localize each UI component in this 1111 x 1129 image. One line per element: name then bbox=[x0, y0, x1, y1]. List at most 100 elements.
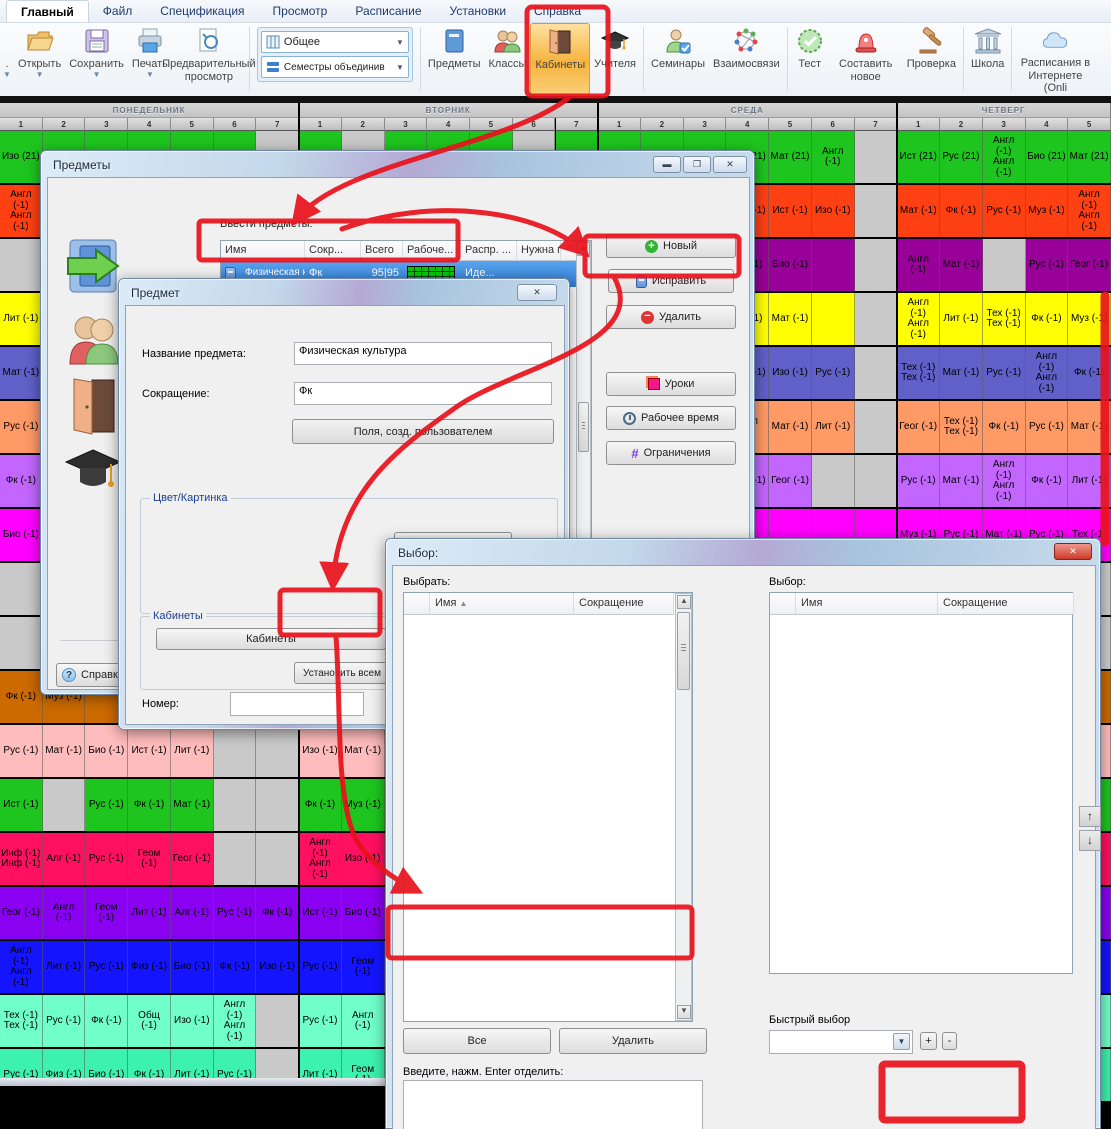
subjects-tab-icon[interactable] bbox=[66, 238, 120, 296]
maximize-button[interactable]: ❐ bbox=[683, 156, 711, 173]
minimize-button[interactable]: ▬ bbox=[653, 156, 681, 173]
timetable-cell[interactable]: Англ (-1) Англ (-1) bbox=[1026, 347, 1069, 399]
timetable-cell[interactable]: Рус (-1) bbox=[85, 941, 128, 993]
timetable-cell[interactable]: Физ (-1) bbox=[128, 941, 171, 993]
timetable-cell[interactable]: Рус (-1) bbox=[1026, 239, 1069, 291]
subject-color-swatch[interactable] bbox=[154, 512, 368, 606]
menu-item-Главный[interactable]: Главный bbox=[6, 0, 89, 22]
subject-name-field[interactable]: Физическая культура bbox=[294, 342, 552, 365]
timetable-cell[interactable] bbox=[214, 725, 257, 777]
timetable-cell[interactable]: Мат (-1) bbox=[171, 779, 214, 831]
semester-combo[interactable]: Семестры объединив▼ bbox=[261, 56, 409, 78]
enter-field[interactable] bbox=[403, 1080, 703, 1129]
column-header[interactable]: Имя bbox=[221, 241, 305, 261]
timetable-cell[interactable] bbox=[812, 455, 855, 507]
number-field[interactable] bbox=[230, 692, 364, 716]
timetable-cell[interactable] bbox=[256, 779, 299, 831]
column-header[interactable]: Всего bbox=[361, 241, 403, 261]
timetable-cell[interactable]: Изо (-1) bbox=[171, 995, 214, 1047]
name-col-header[interactable]: Имя ▲ bbox=[430, 593, 574, 615]
timetable-cell[interactable]: Инф (-1) Инф (-1) bbox=[0, 833, 43, 885]
check-button[interactable]: Проверка bbox=[903, 23, 960, 95]
menu-item-Справка[interactable]: Справка bbox=[520, 0, 595, 22]
move-up-button[interactable]: ↑ bbox=[1079, 806, 1101, 827]
timetable-cell[interactable]: Рус (-1) bbox=[897, 455, 940, 507]
classes-tab-icon[interactable] bbox=[66, 312, 120, 368]
timetable-cell[interactable]: Тех (-1) Тех (-1) bbox=[983, 293, 1026, 345]
timetable-cell[interactable]: Изо (-1) bbox=[256, 941, 299, 993]
timetable-cell[interactable]: Геог (-1) bbox=[1068, 239, 1111, 291]
timetable-cell[interactable]: Рус (-1) bbox=[299, 941, 342, 993]
quick-select-combo[interactable]: ▼ bbox=[769, 1030, 913, 1054]
timetable-cell[interactable]: Геог (-1) bbox=[171, 833, 214, 885]
timetable-cell[interactable]: Англ (-1) Англ (-1) bbox=[0, 941, 43, 993]
timetable-cell[interactable]: Рус (-1) bbox=[0, 401, 43, 453]
timetable-cell[interactable]: Био (-1) bbox=[769, 239, 812, 291]
timetable-cell[interactable] bbox=[855, 347, 898, 399]
classes-button[interactable]: Классы bbox=[485, 23, 531, 95]
timetable-cell[interactable]: Геог (-1) bbox=[769, 455, 812, 507]
abbr-col-header[interactable]: Сокращение bbox=[574, 593, 674, 615]
delete-subject-button[interactable]: −Удалить bbox=[606, 305, 736, 329]
timetable-cell[interactable]: Фк (-1) bbox=[214, 941, 257, 993]
timetable-cell[interactable]: Изо (-1) bbox=[769, 347, 812, 399]
timetable-cell[interactable]: Лит (-1) bbox=[171, 725, 214, 777]
timetable-cell[interactable]: Лит (-1) bbox=[43, 941, 86, 993]
timetable-cell[interactable]: Фк (-1) bbox=[0, 455, 43, 507]
timetable-cell[interactable]: Англ (-1) Англ (-1) bbox=[1068, 185, 1111, 237]
timetable-cell[interactable]: Ист (-1) bbox=[299, 887, 342, 939]
timetable-cell[interactable]: Мат (-1) bbox=[1068, 401, 1111, 453]
set-all-button[interactable]: Установить всем bbox=[294, 662, 390, 684]
timetable-cell[interactable]: Геог (-1) bbox=[0, 887, 43, 939]
timetable-cell[interactable]: Био (-1) bbox=[85, 725, 128, 777]
timetable-cell[interactable] bbox=[812, 239, 855, 291]
timetable-cell[interactable] bbox=[256, 833, 299, 885]
timetable-cell[interactable]: Лит (-1) bbox=[1068, 455, 1111, 507]
timetable-cell[interactable]: Англ (-1) Англ (-1) bbox=[214, 995, 257, 1047]
timetable-cell[interactable]: Фк (-1) bbox=[983, 401, 1026, 453]
timetable-cell[interactable]: Геом (-1) bbox=[128, 833, 171, 885]
timetable-cell[interactable]: Алг (-1) bbox=[171, 887, 214, 939]
timetable-cell[interactable]: Муз (-1) bbox=[1068, 293, 1111, 345]
remove-button[interactable]: Удалить bbox=[559, 1028, 707, 1054]
timetable-cell[interactable]: Геом (-1) bbox=[342, 941, 385, 993]
timetable-cell[interactable] bbox=[855, 185, 898, 237]
timetable-cell[interactable]: Рус (-1) bbox=[983, 347, 1026, 399]
timetable-cell[interactable]: Мат (-1) bbox=[769, 293, 812, 345]
timetable-cell[interactable]: Мат (-1) bbox=[43, 725, 86, 777]
timetable-cell[interactable] bbox=[855, 131, 898, 183]
timetable-cell[interactable]: Англ (-1) Англ (-1) bbox=[0, 185, 43, 237]
timetable-cell[interactable]: Рус (-1) bbox=[214, 887, 257, 939]
rooms-button[interactable]: Кабинеты bbox=[530, 23, 590, 95]
timetable-cell[interactable] bbox=[256, 995, 299, 1047]
open-button[interactable]: Открыть▼ bbox=[14, 23, 65, 95]
timetable-cell[interactable]: Фк (-1) bbox=[299, 779, 342, 831]
timetable-cell[interactable]: Фк (-1) bbox=[1068, 347, 1111, 399]
timetable-cell[interactable] bbox=[214, 833, 257, 885]
close-icon[interactable]: ✕ bbox=[713, 156, 747, 173]
online-timetables-button[interactable]: Расписания в Интернете (Onli bbox=[1015, 23, 1095, 95]
timetable-cell[interactable]: Тех (-1) Тех (-1) bbox=[940, 401, 983, 453]
timetable-cell[interactable] bbox=[855, 239, 898, 291]
view-mode-combo[interactable]: Общее▼ bbox=[261, 31, 409, 53]
timetable-cell[interactable]: Рус (-1) bbox=[85, 779, 128, 831]
timetable-cell[interactable]: Фк (-1) bbox=[85, 995, 128, 1047]
menu-item-Файл[interactable]: Файл bbox=[89, 0, 147, 22]
timetable-cell[interactable]: Мат (21) bbox=[769, 131, 812, 183]
timetable-cell[interactable]: Рус (21) bbox=[940, 131, 983, 183]
timetable-cell[interactable]: Рус (-1) bbox=[812, 347, 855, 399]
chosen-list[interactable]: Имя Сокращение bbox=[769, 592, 1073, 974]
timetable-cell[interactable]: Мат (-1) bbox=[342, 725, 385, 777]
teachers-tab-icon[interactable] bbox=[64, 446, 122, 498]
timetable-cell[interactable]: Рус (-1) bbox=[983, 185, 1026, 237]
timetable-cell[interactable]: Фк (-1) bbox=[256, 887, 299, 939]
timetable-cell[interactable]: Муз (-1) bbox=[1026, 185, 1069, 237]
abbr-col-header[interactable]: Сокращение bbox=[938, 593, 1074, 615]
rooms-tab-icon[interactable] bbox=[72, 378, 116, 436]
timetable-cell[interactable] bbox=[855, 401, 898, 453]
timetable-cell[interactable]: Рус (-1) bbox=[0, 725, 43, 777]
subjects-button[interactable]: Предметы bbox=[424, 23, 485, 95]
check-col-header[interactable] bbox=[404, 593, 430, 615]
timetable-cell[interactable]: Тех (-1) Тех (-1) bbox=[897, 347, 940, 399]
timetable-cell[interactable] bbox=[983, 239, 1026, 291]
